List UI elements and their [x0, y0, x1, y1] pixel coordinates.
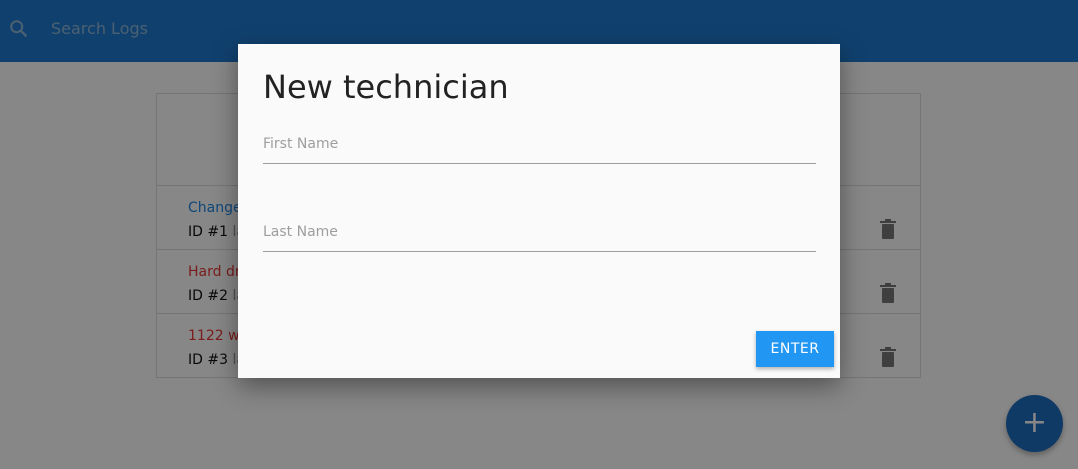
new-technician-modal: New technician First Name Last Name ENTE…: [238, 44, 840, 378]
first-name-label: First Name: [263, 136, 339, 152]
modal-title: New technician: [263, 68, 509, 106]
enter-button[interactable]: ENTER: [756, 331, 834, 367]
last-name-label: Last Name: [263, 224, 338, 240]
first-name-field[interactable]: First Name: [263, 130, 816, 164]
last-name-field[interactable]: Last Name: [263, 218, 816, 252]
